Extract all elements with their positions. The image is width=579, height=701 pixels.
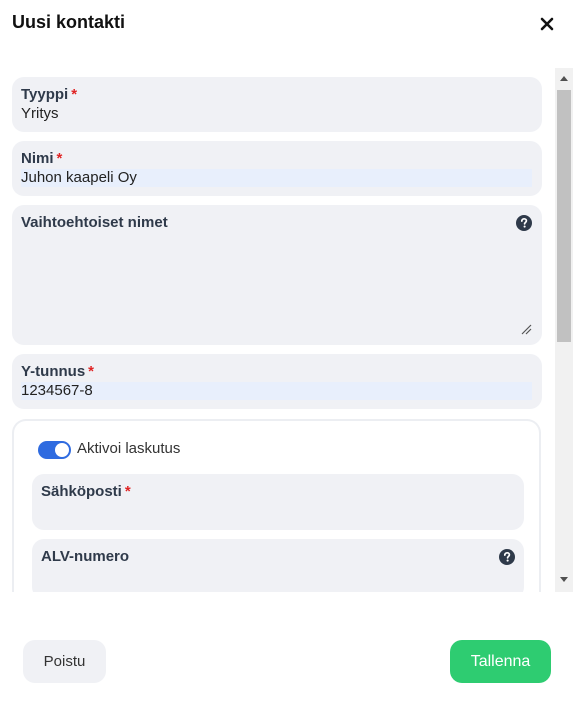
dialog-title: Uusi kontakti bbox=[12, 12, 126, 32]
name-label: Nimi * bbox=[21, 150, 63, 167]
required-mark: * bbox=[124, 483, 131, 500]
scrollbar[interactable] bbox=[555, 68, 573, 592]
exit-button[interactable]: Poistu bbox=[23, 640, 106, 683]
scrollbar-thumb[interactable] bbox=[557, 90, 571, 342]
name-input[interactable]: Juhon kaapeli Oy bbox=[21, 169, 137, 186]
save-button[interactable]: Tallenna bbox=[450, 640, 551, 683]
resize-handle-icon[interactable] bbox=[520, 323, 532, 335]
scroll-down-arrow-icon[interactable] bbox=[559, 576, 569, 584]
close-button[interactable] bbox=[537, 14, 557, 34]
toggle-knob bbox=[55, 443, 69, 457]
form-scroll-area[interactable]: Tyyppi * Yritys Nimi * Juhon kaapeli Oy Va… bbox=[0, 68, 579, 592]
billing-section: Aktivoi laskutus Sähköposti * ALV-numero bbox=[12, 419, 541, 592]
business-id-label: Y-tunnus * bbox=[21, 363, 95, 380]
vat-number-label: ALV-numero bbox=[41, 548, 130, 565]
business-id-input-bg bbox=[21, 382, 532, 400]
business-id-input[interactable]: 1234567-8 bbox=[21, 382, 93, 399]
question-circle-icon[interactable] bbox=[499, 549, 515, 565]
question-circle-icon[interactable] bbox=[516, 215, 532, 231]
dialog-header: Uusi kontakti bbox=[0, 0, 579, 48]
billing-toggle[interactable] bbox=[38, 441, 71, 459]
close-icon bbox=[540, 17, 554, 31]
billing-toggle-label: Aktivoi laskutus bbox=[77, 440, 181, 457]
scroll-up-arrow-icon[interactable] bbox=[559, 74, 569, 82]
required-mark: * bbox=[88, 363, 95, 380]
required-mark: * bbox=[71, 86, 78, 103]
vat-number-field[interactable]: ALV-numero bbox=[32, 539, 524, 592]
email-label: Sähköposti * bbox=[41, 483, 131, 500]
email-field[interactable]: Sähköposti * bbox=[32, 474, 524, 530]
alt-names-label: Vaihtoehtoiset nimet bbox=[21, 214, 168, 231]
business-id-field[interactable]: Y-tunnus * 1234567-8 bbox=[12, 354, 542, 409]
type-value[interactable]: Yritys bbox=[21, 105, 59, 122]
alt-names-field[interactable]: Vaihtoehtoiset nimet bbox=[12, 205, 542, 345]
required-mark: * bbox=[56, 150, 63, 167]
type-field[interactable]: Tyyppi * Yritys bbox=[12, 77, 542, 132]
type-label: Tyyppi * bbox=[21, 86, 78, 103]
name-field[interactable]: Nimi * Juhon kaapeli Oy bbox=[12, 141, 542, 196]
